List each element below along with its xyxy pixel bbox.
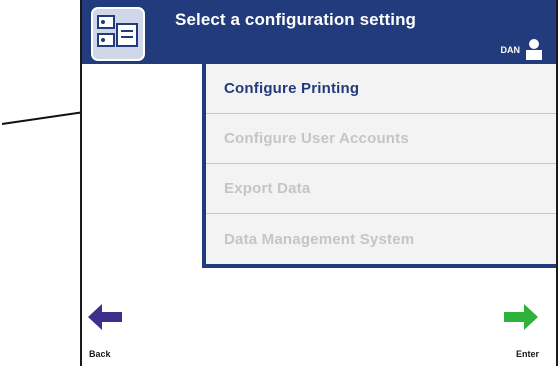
right-arrow-icon[interactable] — [500, 303, 540, 331]
device-screen: Select a configuration setting DAN Confi… — [80, 0, 558, 366]
menu-item-data-management-system[interactable]: Data Management System — [206, 214, 556, 264]
menu-item-configure-printing[interactable]: Configure Printing — [206, 64, 556, 114]
title-bar: Select a configuration setting DAN — [82, 0, 556, 64]
left-arrow-icon[interactable] — [86, 303, 126, 331]
user-name: DAN — [500, 45, 521, 55]
user-icon — [526, 39, 542, 60]
menu-item-export-data[interactable]: Export Data — [206, 164, 556, 214]
configuration-menu: Configure Printing Configure User Accoun… — [202, 64, 556, 268]
enter-button-label[interactable]: Enter — [516, 349, 539, 359]
menu-item-configure-user-accounts[interactable]: Configure User Accounts — [206, 114, 556, 164]
configuration-icon — [91, 7, 145, 61]
page-title: Select a configuration setting — [175, 10, 417, 29]
back-button-label[interactable]: Back — [89, 349, 111, 359]
